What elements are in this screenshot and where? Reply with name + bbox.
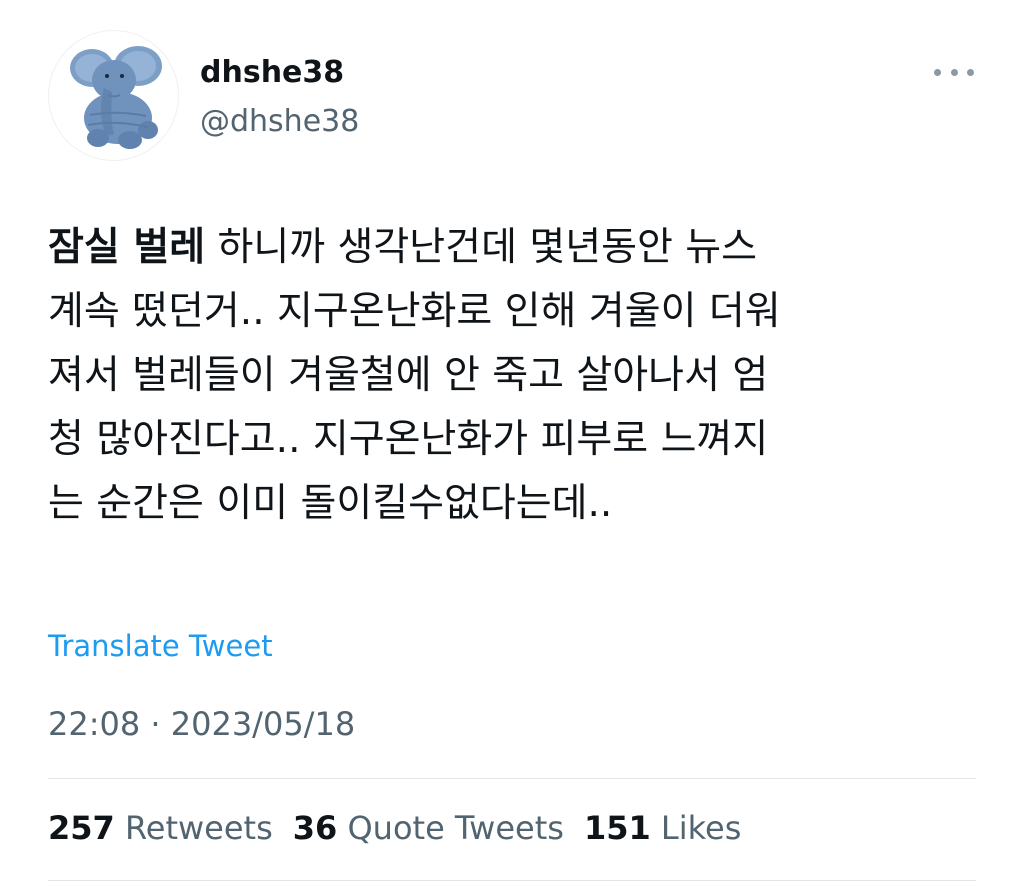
tweet-text-line: 는 순간은 이미 돌이킬수없다는데.. <box>48 481 613 526</box>
more-horizontal-icon[interactable] <box>934 60 974 84</box>
translate-tweet-link[interactable]: Translate Tweet <box>48 628 273 664</box>
tweet-text-line: 계속 떴던거.. 지구온난화로 인해 겨울이 더워 <box>48 289 781 334</box>
dot <box>950 68 958 76</box>
user-handle[interactable]: @dhshe38 <box>200 104 359 140</box>
divider <box>48 778 976 779</box>
tweet-timestamp[interactable]: 22:08 · 2023/05/18 <box>48 704 355 744</box>
avatar[interactable] <box>48 30 179 161</box>
highlighted-keyword: 잠실 벌레 <box>48 225 206 270</box>
retweets-stat[interactable]: 257 Retweets <box>48 809 273 847</box>
retweets-count: 257 <box>48 809 115 847</box>
engagement-stats: 257 Retweets 36 Quote Tweets 151 Likes <box>48 808 761 848</box>
tweet-text-segment: 하니까 생각난건데 몇년동안 뉴스 <box>205 225 758 270</box>
tweet-text: 잠실 벌레 하니까 생각난건데 몇년동안 뉴스 계속 떴던거.. 지구온난화로 … <box>48 216 988 536</box>
quote-tweets-stat[interactable]: 36 Quote Tweets <box>293 809 564 847</box>
retweets-label: Retweets <box>124 809 273 847</box>
display-name[interactable]: dhshe38 <box>200 55 344 91</box>
likes-count: 151 <box>583 809 651 847</box>
dot <box>967 68 974 76</box>
tweet-text-line: 청 많아진다고.. 지구온난화가 피부로 느껴지 <box>48 417 769 462</box>
tweet-text-line: 져서 벌레들이 겨울철에 안 죽고 살아나서 엄 <box>48 353 769 398</box>
tweet-detail: dhshe38 @dhshe38 잠실 벌레 하니까 생각난건데 몇년동안 뉴스… <box>0 0 1024 888</box>
dot <box>934 68 941 76</box>
divider <box>48 880 976 881</box>
likes-label: Likes <box>660 809 742 847</box>
likes-stat[interactable]: 151 Likes <box>584 809 741 847</box>
elephant-plush-icon <box>70 46 162 149</box>
quote-tweets-count: 36 <box>292 809 338 847</box>
tweet-text-line: 잠실 벌레 하니까 생각난건데 몇년동안 뉴스 <box>48 216 988 280</box>
quote-tweets-label: Quote Tweets <box>347 809 564 847</box>
